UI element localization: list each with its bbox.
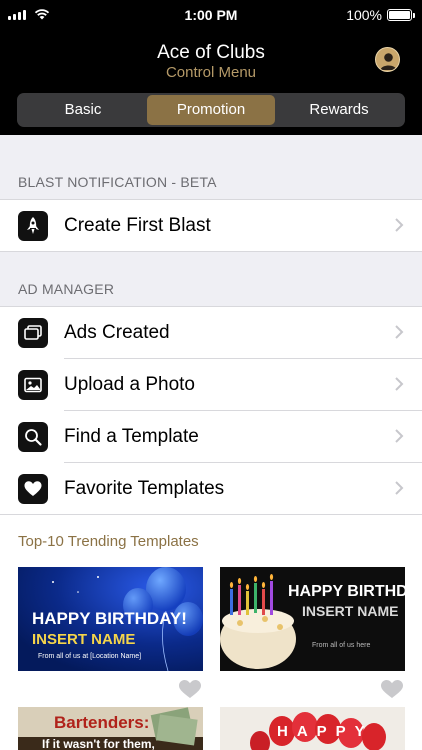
ads-created-row[interactable]: Ads Created [0, 307, 422, 359]
battery-icon [387, 9, 415, 21]
ads-created-label: Ads Created [64, 322, 170, 343]
ad-manager-section-heading: AD MANAGER [18, 281, 115, 297]
find-template-label: Find a Template [64, 426, 199, 447]
rocket-icon [18, 211, 48, 241]
tab-rewards[interactable]: Rewards [275, 95, 403, 125]
card-line-3: From all of us here [312, 642, 371, 649]
chevron-right-icon [395, 218, 404, 232]
card-line-1: HAPPY BIRTHDAY! [32, 609, 187, 628]
blast-section-heading: BLAST NOTIFICATION - BETA [18, 174, 217, 190]
card-line-2: If it wasn't for them, [42, 737, 155, 750]
header: 1:00 PM 100% Ace of Clubs Control Menu B… [0, 0, 422, 135]
heart-icon [18, 474, 48, 504]
trending-section: Top-10 Trending Templates HAPPY BIRTHDAY… [0, 515, 422, 750]
template-card[interactable]: HAPPY BIRTHDAY! INSERT NAME From all of … [220, 567, 405, 671]
upload-photo-row[interactable]: Upload a Photo [0, 359, 422, 411]
template-card[interactable]: Bartenders: If it wasn't for them, [18, 707, 203, 750]
find-template-row[interactable]: Find a Template [0, 411, 422, 463]
status-bar: 1:00 PM 100% [0, 6, 422, 24]
tab-promotion[interactable]: Promotion [147, 95, 275, 125]
create-first-blast-label: Create First Blast [64, 215, 211, 236]
favorite-heart-icon[interactable] [380, 679, 404, 699]
profile-avatar-icon[interactable] [375, 47, 400, 72]
segmented-control: Basic Promotion Rewards [17, 93, 405, 127]
favorite-templates-label: Favorite Templates [64, 478, 225, 499]
page-subtitle: Control Menu [165, 64, 257, 81]
card-line-1: HAPPY [277, 723, 374, 740]
card-line-1: Bartenders: [54, 713, 150, 732]
upload-photo-label: Upload a Photo [64, 374, 195, 395]
chevron-right-icon [395, 377, 404, 391]
photo-icon [18, 370, 48, 400]
create-first-blast-row[interactable]: Create First Blast [0, 200, 422, 252]
search-icon [18, 422, 48, 452]
page-title: Ace of Clubs [157, 42, 265, 63]
card-line-3: From all of us at [Location Name] [38, 653, 142, 660]
battery-percent: 100% [346, 7, 382, 23]
card-line-2: INSERT NAME [32, 631, 136, 648]
tab-basic[interactable]: Basic [19, 95, 147, 125]
card-line-1: HAPPY BIRTHDAY! [288, 583, 405, 600]
chevron-right-icon [395, 429, 404, 443]
card-line-2: INSERT NAME [302, 603, 399, 619]
favorite-heart-icon[interactable] [178, 679, 202, 699]
template-card[interactable]: HAPPY [220, 707, 405, 750]
divider [0, 251, 422, 252]
template-card[interactable]: HAPPY BIRTHDAY! INSERT NAME From all of … [18, 567, 203, 671]
stack-icon [18, 318, 48, 348]
trending-heading: Top-10 Trending Templates [18, 533, 199, 550]
chevron-right-icon [395, 325, 404, 339]
favorite-templates-row[interactable]: Favorite Templates [0, 463, 422, 515]
chevron-right-icon [395, 481, 404, 495]
